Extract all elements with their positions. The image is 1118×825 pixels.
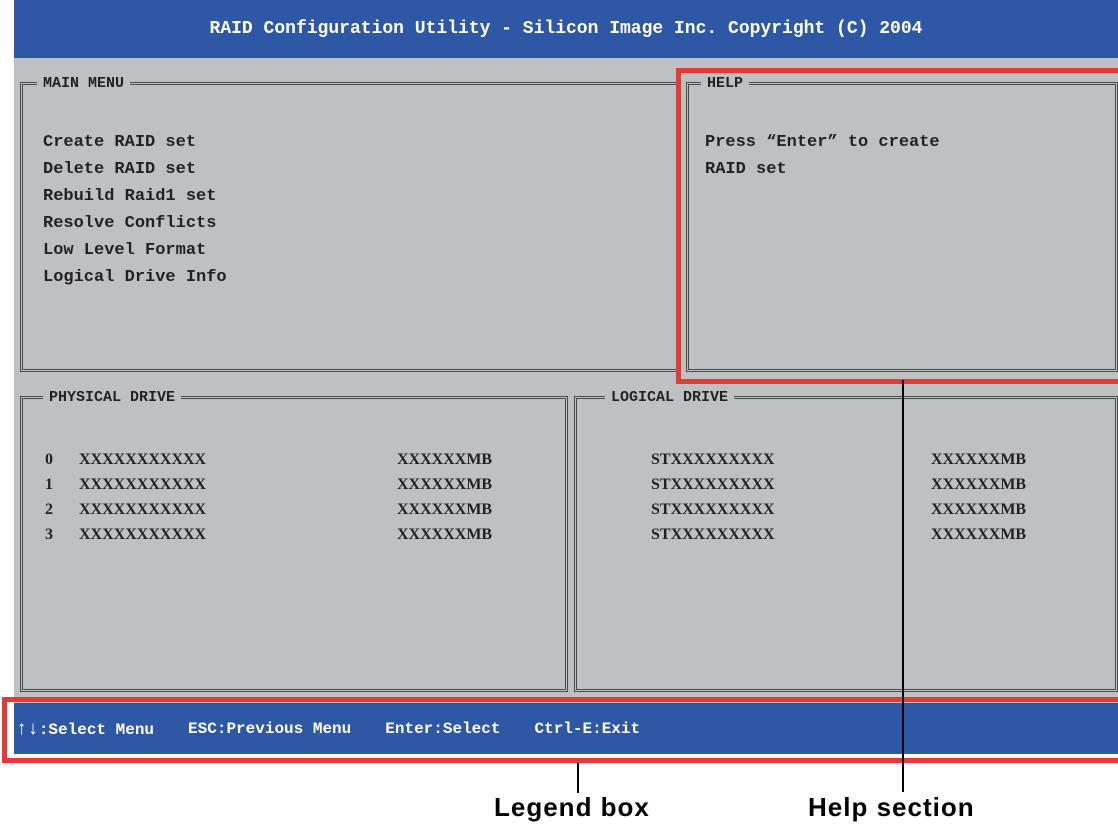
drive-index: 0 <box>45 451 53 468</box>
menu-item-resolve-conflicts[interactable]: Resolve Conflicts <box>43 210 227 237</box>
menu-item-rebuild-raid1[interactable]: Rebuild Raid1 set <box>43 183 227 210</box>
legend-callout-line <box>577 763 579 793</box>
menu-item-delete-raid[interactable]: Delete RAID set <box>43 156 227 183</box>
drive-size: XXXXXXMB <box>397 501 493 518</box>
logical-drive-name: STXXXXXXXXX <box>651 476 775 493</box>
menu-item-low-level-format[interactable]: Low Level Format <box>43 237 227 264</box>
app-title: RAID Configuration Utility - Silicon Ima… <box>209 19 923 39</box>
legend-box-label: Legend box <box>494 792 650 822</box>
help-callout-line <box>902 380 904 792</box>
logical-drive-panel: LOGICAL DRIVE STXXXXXXXXX XXXXXXMB STXXX… <box>574 389 1118 692</box>
help-section-label: Help section <box>808 792 975 822</box>
drive-name: XXXXXXXXXXX <box>79 451 207 468</box>
logical-drive-size: XXXXXXMB <box>931 501 1027 518</box>
main-menu-list: Create RAID set Delete RAID set Rebuild … <box>43 129 227 291</box>
drive-size: XXXXXXMB <box>397 451 493 468</box>
logical-drive-title: LOGICAL DRIVE <box>605 389 735 407</box>
logical-drive-name: STXXXXXXXXX <box>651 451 775 468</box>
drive-index: 2 <box>45 501 53 518</box>
help-section-highlight <box>676 68 1118 384</box>
drive-index: 3 <box>45 526 53 543</box>
drive-index: 1 <box>45 476 53 493</box>
logical-drive-name: STXXXXXXXXX <box>651 501 775 518</box>
drive-name: XXXXXXXXXXX <box>79 526 207 543</box>
physical-drive-title: PHYSICAL DRIVE <box>43 389 182 407</box>
drive-size: XXXXXXMB <box>397 476 493 493</box>
logical-drive-size: XXXXXXMB <box>931 526 1027 543</box>
drive-name: XXXXXXXXXXX <box>79 501 207 518</box>
menu-item-logical-drive-info[interactable]: Logical Drive Info <box>43 264 227 291</box>
drive-name: XXXXXXXXXXX <box>79 476 207 493</box>
logical-drive-size: XXXXXXMB <box>931 476 1027 493</box>
drive-size: XXXXXXMB <box>397 526 493 543</box>
logical-drive-size: XXXXXXMB <box>931 451 1027 468</box>
title-bar: RAID Configuration Utility - Silicon Ima… <box>14 0 1118 58</box>
main-menu-panel: MAIN MENU Create RAID set Delete RAID se… <box>20 75 680 372</box>
legend-box-highlight <box>2 697 1118 763</box>
main-menu-title: MAIN MENU <box>37 75 131 93</box>
logical-drive-name: STXXXXXXXXX <box>651 526 775 543</box>
menu-item-create-raid[interactable]: Create RAID set <box>43 129 227 156</box>
physical-drive-panel: PHYSICAL DRIVE 0 XXXXXXXXXXX XXXXXXMB 1 … <box>20 389 568 692</box>
